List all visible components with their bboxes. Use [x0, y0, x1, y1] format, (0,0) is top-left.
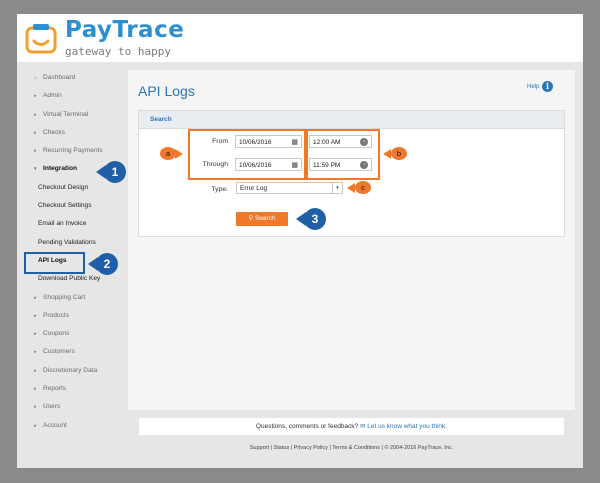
chevron-right-icon: ▸	[34, 386, 37, 393]
sidebar-item-shopping-cart[interactable]: ▸ Shopping Cart	[26, 289, 129, 307]
feedback-link[interactable]: Let us know what you think.	[367, 423, 447, 430]
footer-links: Support | Status | Privacy Policy | Term…	[249, 445, 454, 451]
callout-c: c	[355, 181, 371, 194]
search-panel-title: Search	[150, 116, 172, 123]
callout-a-pointer	[175, 149, 183, 159]
sidebar-item-dashboard[interactable]: ⌂ Dashboard	[26, 69, 129, 87]
callout-2: 2	[96, 253, 118, 275]
sidebar-item-checks[interactable]: ▸ Checks	[26, 124, 129, 142]
chat-icon: ✉	[359, 423, 366, 430]
sidebar-item-recurring-payments[interactable]: ▸ Recurring Payments	[26, 142, 129, 160]
chevron-right-icon: ▸	[34, 312, 37, 319]
sidebar-item-customers[interactable]: ▸ Customers	[26, 343, 129, 361]
callout-1: 1	[104, 161, 126, 183]
search-button[interactable]: ⚲ Search	[236, 212, 288, 226]
sidebar-item-email-invoice[interactable]: Email an Invoice	[26, 215, 129, 233]
sidebar-item-admin[interactable]: ▸ Admin	[26, 87, 129, 105]
sidebar-item-users[interactable]: ▸ Users	[26, 398, 129, 416]
api-logs-highlight-box	[24, 252, 85, 274]
callout-a: a	[160, 147, 176, 160]
search-panel-header: Search	[139, 111, 564, 129]
callout-c-pointer	[347, 183, 355, 193]
page-title: API Logs	[138, 83, 195, 99]
callout-b-pointer	[383, 149, 391, 159]
type-select[interactable]: Error Log ▾	[236, 182, 343, 194]
callout-b: b	[391, 147, 407, 160]
home-icon: ⌂	[34, 75, 38, 81]
sidebar-item-discretionary-data[interactable]: ▸ Discretionary Data	[26, 362, 129, 380]
time-highlight-box	[304, 129, 380, 180]
chevron-right-icon: ▸	[34, 294, 37, 301]
sidebar-item-coupons[interactable]: ▸ Coupons	[26, 325, 129, 343]
chevron-right-icon: ▸	[34, 367, 37, 374]
brand-name: PayTrace	[65, 17, 185, 43]
sidebar-item-virtual-terminal[interactable]: ▸ Virtual Terminal	[26, 106, 129, 124]
brand-tagline: gateway to happy	[65, 45, 171, 58]
callout-3: 3	[304, 208, 326, 230]
date-highlight-box	[188, 129, 308, 180]
chevron-right-icon: ▸	[34, 422, 37, 429]
search-icon: ⚲	[248, 215, 255, 222]
header: PayTrace gateway to happy	[17, 14, 583, 62]
help-info-icon[interactable]: i	[542, 81, 553, 92]
feedback-bar: Questions, comments or feedback? ✉ Let u…	[139, 418, 564, 435]
chevron-right-icon: ▸	[34, 111, 37, 118]
help-link[interactable]: Help	[527, 84, 539, 90]
chevron-right-icon: ▸	[34, 129, 37, 136]
select-arrows-icon: ▾	[332, 183, 342, 194]
sidebar-item-products[interactable]: ▸ Products	[26, 307, 129, 325]
sidebar-item-checkout-settings[interactable]: Checkout Settings	[26, 197, 129, 215]
chevron-right-icon: ▸	[34, 349, 37, 356]
paytrace-logo-icon	[25, 24, 57, 54]
sidebar-item-reports[interactable]: ▸ Reports	[26, 380, 129, 398]
type-label: Type:	[211, 186, 228, 193]
chevron-right-icon: ▸	[34, 331, 37, 338]
chevron-right-icon: ▸	[34, 148, 37, 155]
feedback-text: Questions, comments or feedback?	[255, 423, 359, 430]
chevron-right-icon: ▸	[34, 93, 37, 100]
sidebar-item-pending-validations[interactable]: Pending Validations	[26, 234, 129, 252]
sidebar-item-account[interactable]: ▸ Account	[26, 417, 129, 435]
chevron-down-icon: ▾	[34, 166, 37, 173]
chevron-right-icon: ▸	[34, 404, 37, 411]
